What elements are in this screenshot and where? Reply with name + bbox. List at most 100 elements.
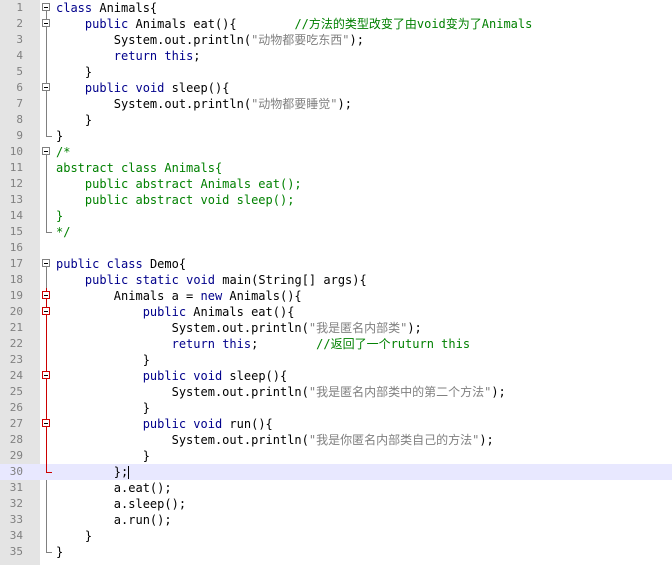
code-line[interactable]: 33 a.run(); <box>0 512 672 528</box>
code-text: abstract class Animals{ <box>56 161 223 175</box>
line-number: 7 <box>16 97 23 110</box>
code-line[interactable]: 8 } <box>0 112 672 128</box>
inline-comment: //返回了一个ruturn this <box>258 337 471 351</box>
fold-end-marker <box>46 464 52 473</box>
code-line[interactable]: 1 class Animals{ <box>0 0 672 16</box>
code-line[interactable]: 34 } <box>0 528 672 544</box>
fold-line <box>46 336 47 352</box>
line-number: 6 <box>16 81 23 94</box>
code-text: public abstract void sleep(); <box>56 193 295 207</box>
line-number: 27 <box>9 417 23 430</box>
code-line[interactable]: 26 } <box>0 400 672 416</box>
fold-end-marker <box>46 128 52 137</box>
line-number: 10 <box>9 145 23 158</box>
code-line[interactable]: 17 public class Demo{ <box>0 256 672 272</box>
code-line[interactable]: 14} <box>0 208 672 224</box>
code-line[interactable]: 12 public abstract Animals eat(); <box>0 176 672 192</box>
code-line[interactable]: 28 System.out.println("我是你匿名内部类自己的方法"); <box>0 432 672 448</box>
code-text: } <box>56 65 93 79</box>
fold-toggle-icon[interactable] <box>42 19 50 27</box>
code-line[interactable]: 16 <box>0 240 672 256</box>
fold-toggle-icon[interactable] <box>42 3 50 11</box>
fold-line <box>46 528 47 544</box>
fold-line <box>46 352 47 368</box>
code-line[interactable]: 24 public void sleep(){ <box>0 368 672 384</box>
code-line[interactable]: 2 public Animals eat(){ //方法的类型改变了由void变… <box>0 16 672 32</box>
code-line[interactable]: 4 return this; <box>0 48 672 64</box>
fold-line <box>46 32 47 48</box>
fold-line <box>46 176 47 192</box>
fold-line <box>46 512 47 528</box>
code-text: return this; //返回了一个ruturn this <box>171 337 471 351</box>
line-number: 34 <box>9 529 23 542</box>
fold-line <box>46 448 47 464</box>
code-line[interactable]: 20 public Animals eat(){ <box>0 304 672 320</box>
fold-toggle-icon[interactable] <box>42 259 50 267</box>
code-text: public static void main(String[] args){ <box>84 273 367 287</box>
code-line[interactable]: 35} <box>0 544 672 560</box>
fold-line <box>46 192 47 208</box>
code-line[interactable]: 9} <box>0 128 672 144</box>
line-number: 8 <box>16 113 23 126</box>
line-number: 15 <box>9 225 23 238</box>
line-number: 2 <box>16 17 23 30</box>
fold-end-marker <box>46 544 52 553</box>
code-line[interactable]: 19 Animals a = new Animals(){ <box>0 288 672 304</box>
line-number: 9 <box>16 129 23 142</box>
code-line[interactable]: 27 public void run(){ <box>0 416 672 432</box>
line-number: 13 <box>9 193 23 206</box>
code-line[interactable]: 11 abstract class Animals{ <box>0 160 672 176</box>
code-line[interactable]: 18 public static void main(String[] args… <box>0 272 672 288</box>
code-line[interactable]: 7 System.out.println("动物都要睡觉"); <box>0 96 672 112</box>
code-editor[interactable]: 1 class Animals{2 public Animals eat(){ /… <box>0 0 672 565</box>
code-line[interactable]: 29 } <box>0 448 672 464</box>
code-line[interactable]: 22 return this; //返回了一个ruturn this <box>0 336 672 352</box>
code-text: } <box>56 353 150 367</box>
code-line[interactable]: 10 /* <box>0 144 672 160</box>
fold-line <box>46 112 47 128</box>
line-number: 16 <box>9 241 23 254</box>
code-text: public void sleep(){ <box>142 369 288 383</box>
fold-toggle-icon[interactable] <box>42 371 50 379</box>
line-number: 22 <box>9 337 23 350</box>
line-number: 19 <box>9 289 23 302</box>
code-text: */ <box>56 225 71 239</box>
fold-toggle-icon[interactable] <box>42 83 50 91</box>
fold-line <box>46 480 47 496</box>
code-line[interactable]: 21 System.out.println("我是匿名内部类"); <box>0 320 672 336</box>
code-text: a.run(); <box>56 513 172 527</box>
fold-toggle-icon[interactable] <box>42 147 50 155</box>
code-text: a.sleep(); <box>56 497 187 511</box>
fold-line <box>46 48 47 64</box>
code-text: public abstract Animals eat(); <box>56 177 302 191</box>
inline-comment: //方法的类型改变了由void变为了Animals <box>236 17 533 31</box>
line-number: 32 <box>9 497 23 510</box>
code-line[interactable]: 13 public abstract void sleep(); <box>0 192 672 208</box>
fold-end-marker <box>46 224 52 233</box>
line-number: 12 <box>9 177 23 190</box>
code-line[interactable]: 25 System.out.println("我是匿名内部类中的第二个方法"); <box>0 384 672 400</box>
code-line[interactable]: 32 a.sleep(); <box>0 496 672 512</box>
code-line[interactable]: 23 } <box>0 352 672 368</box>
text-cursor <box>128 466 130 479</box>
fold-line <box>46 496 47 512</box>
code-line[interactable]: 5 } <box>0 64 672 80</box>
code-text: /* <box>56 145 71 159</box>
code-line[interactable]: 15 */ <box>0 224 672 240</box>
fold-toggle-icon[interactable] <box>42 419 50 427</box>
code-text: } <box>56 129 64 143</box>
code-lines: 1 class Animals{2 public Animals eat(){ /… <box>0 0 672 560</box>
fold-line <box>46 432 47 448</box>
code-line[interactable]: 3 System.out.println("动物都要吃东西"); <box>0 32 672 48</box>
code-text: System.out.println("动物都要吃东西"); <box>56 33 364 47</box>
line-number: 26 <box>9 401 23 414</box>
code-line[interactable]: 6 public void sleep(){ <box>0 80 672 96</box>
code-line[interactable]: 31 a.eat(); <box>0 480 672 496</box>
line-number: 5 <box>16 65 23 78</box>
fold-toggle-icon[interactable] <box>42 307 50 315</box>
line-number: 20 <box>9 305 23 318</box>
fold-line <box>46 160 47 176</box>
code-line[interactable]: 30 }; <box>0 464 672 480</box>
code-text: } <box>56 209 64 223</box>
fold-toggle-icon[interactable] <box>42 291 50 299</box>
